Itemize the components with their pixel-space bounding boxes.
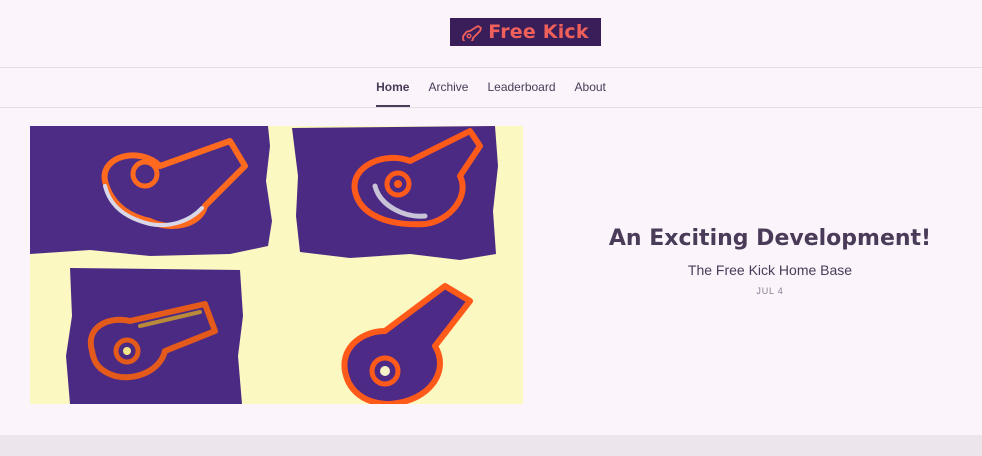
content-divider-band <box>0 435 982 456</box>
post-title[interactable]: An Exciting Development! <box>560 222 980 256</box>
nav-item-archive[interactable]: Archive <box>419 68 478 107</box>
nav-item-home[interactable]: Home <box>367 68 419 107</box>
main-nav: Home Archive Leaderboard About <box>0 68 982 108</box>
post-date: JUL 4 <box>756 286 784 296</box>
post-subtitle: The Free Kick Home Base <box>687 262 853 278</box>
featured-post-text: An Exciting Development! The Free Kick H… <box>560 222 980 296</box>
nav-item-leaderboard[interactable]: Leaderboard <box>478 68 565 107</box>
site-logo[interactable]: Free Kick <box>450 18 601 46</box>
whistle-icon <box>462 23 484 44</box>
logo-text: Free Kick <box>488 20 589 43</box>
nav-items: Home Archive Leaderboard About <box>0 68 982 107</box>
featured-post-image[interactable] <box>30 126 523 404</box>
nav-item-about[interactable]: About <box>565 68 615 107</box>
site-header: Free Kick <box>0 0 982 68</box>
page: Free Kick Home Archive Leaderboard About <box>0 0 982 456</box>
